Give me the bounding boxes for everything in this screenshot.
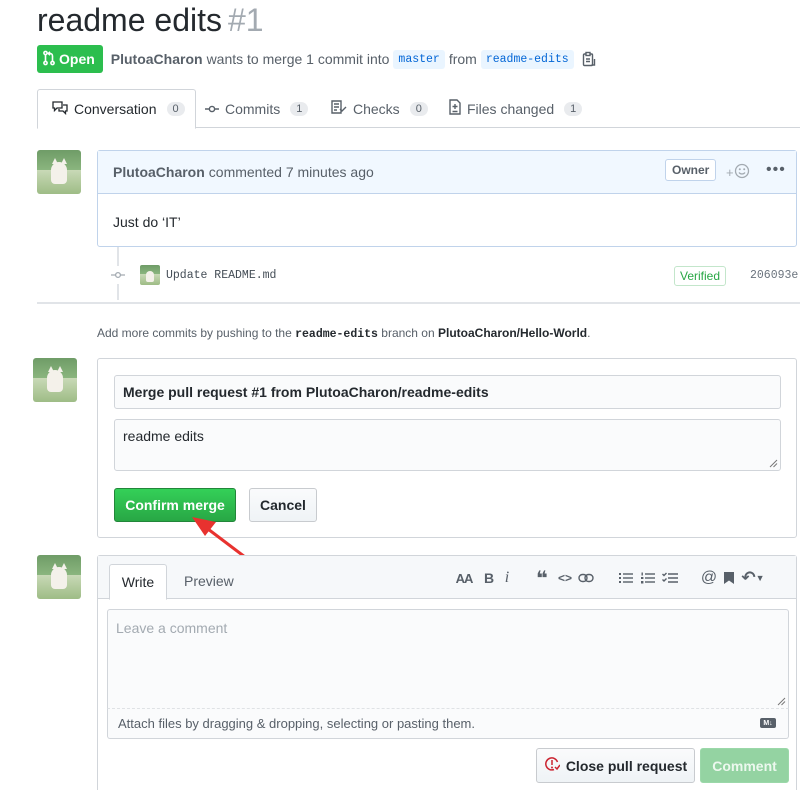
commit-icon bbox=[109, 266, 127, 284]
from-text: from bbox=[448, 51, 477, 67]
pr-meta: Open PlutoaCharon wants to merge 1 commi… bbox=[37, 45, 596, 73]
pr-title-text: readme edits bbox=[37, 2, 222, 38]
tab-files-changed[interactable]: Files changed 1 bbox=[449, 89, 583, 128]
merge-description: PlutoaCharon wants to merge 1 commit int… bbox=[111, 49, 596, 69]
tab-label: Checks bbox=[353, 100, 400, 117]
hint-suffix: . bbox=[587, 326, 591, 340]
tab-write[interactable]: Write bbox=[109, 564, 167, 600]
hint-repo-link[interactable]: PlutoaCharon/Hello-World bbox=[438, 326, 587, 340]
mention-icon[interactable]: @ bbox=[700, 569, 718, 587]
merge-text: wants to merge 1 commit into bbox=[206, 51, 390, 67]
merge-message-text: readme edits bbox=[123, 428, 204, 444]
new-comment-form: Write Preview AA B i ❝ <> @ ↶ ▼ Leave a … bbox=[97, 555, 797, 790]
confirm-merge-button[interactable]: Confirm merge bbox=[114, 488, 236, 522]
more-options-button[interactable]: ••• bbox=[766, 161, 786, 179]
tab-counter: 1 bbox=[564, 101, 583, 116]
pr-author-link[interactable]: PlutoaCharon bbox=[111, 51, 203, 67]
markdown-toolbar: AA B i ❝ <> @ ↶ ▼ bbox=[454, 568, 766, 590]
commit-sha[interactable]: 206093e bbox=[750, 269, 798, 282]
plus-icon: + bbox=[726, 165, 734, 180]
owner-badge: Owner bbox=[665, 159, 717, 181]
code-icon[interactable]: <> bbox=[556, 569, 574, 587]
base-branch[interactable]: master bbox=[393, 49, 445, 69]
state-label: Open bbox=[59, 51, 95, 67]
comment-body: Just do ‘IT’ bbox=[113, 214, 181, 230]
conversation-icon bbox=[52, 100, 68, 118]
saved-reply-icon[interactable] bbox=[720, 569, 738, 587]
markdown-icon[interactable]: M↓ bbox=[760, 718, 776, 728]
pr-number: #1 bbox=[227, 2, 264, 38]
tab-commits[interactable]: Commits 1 bbox=[205, 89, 309, 128]
add-reaction-button[interactable]: + bbox=[726, 163, 750, 182]
merge-title-input[interactable]: Merge pull request #1 from PlutoaCharon/… bbox=[114, 375, 781, 409]
attach-files-bar[interactable]: Attach files by dragging & dropping, sel… bbox=[107, 709, 789, 739]
comment-timestamp: commented 7 minutes ago bbox=[208, 164, 374, 180]
ordered-list-icon[interactable] bbox=[638, 569, 658, 587]
heading-icon[interactable]: AA bbox=[454, 569, 474, 587]
avatar[interactable] bbox=[37, 555, 81, 599]
chevron-down-icon: ▼ bbox=[755, 573, 765, 583]
tab-preview[interactable]: Preview bbox=[184, 573, 234, 589]
task-list-icon[interactable] bbox=[660, 569, 680, 587]
hint-prefix: Add more commits by pushing to the bbox=[97, 326, 292, 340]
issue-closed-icon bbox=[544, 756, 561, 775]
italic-icon[interactable]: i bbox=[500, 569, 514, 587]
link-icon[interactable] bbox=[576, 569, 596, 587]
tab-counter: 1 bbox=[290, 101, 309, 116]
reply-dropdown-icon[interactable]: ↶ ▼ bbox=[740, 568, 766, 587]
comment-button[interactable]: Comment bbox=[700, 748, 789, 783]
pull-request-icon bbox=[43, 50, 55, 69]
head-branch[interactable]: readme-edits bbox=[480, 49, 574, 69]
comment-form-header: Write Preview AA B i ❝ <> @ ↶ ▼ bbox=[98, 556, 796, 600]
clipboard-copy-icon[interactable] bbox=[582, 51, 596, 67]
pr-tabs: Conversation 0 Commits 1 Checks 0 Files … bbox=[37, 89, 800, 129]
commit-message[interactable]: Update README.md bbox=[166, 269, 276, 282]
tab-counter: 0 bbox=[166, 102, 185, 116]
tab-checks[interactable]: Checks 0 bbox=[331, 89, 428, 128]
push-hint: Add more commits by pushing to the readm… bbox=[97, 326, 590, 341]
pr-title: readme edits #1 bbox=[37, 2, 264, 39]
file-diff-icon bbox=[449, 99, 461, 118]
avatar[interactable] bbox=[33, 358, 77, 402]
close-pull-request-label: Close pull request bbox=[565, 757, 688, 774]
state-badge: Open bbox=[37, 45, 103, 73]
commit-icon bbox=[205, 101, 219, 117]
tab-label: Conversation bbox=[74, 101, 157, 117]
comment-header: PlutoaCharon commented 7 minutes ago Own… bbox=[98, 151, 796, 194]
bold-icon[interactable]: B bbox=[480, 569, 498, 587]
verified-badge[interactable]: Verified bbox=[674, 266, 727, 286]
resize-handle-icon[interactable] bbox=[777, 697, 786, 706]
cancel-button[interactable]: Cancel bbox=[249, 488, 317, 522]
quote-icon[interactable]: ❝ bbox=[532, 568, 552, 590]
comment-textarea[interactable]: Leave a comment bbox=[107, 609, 789, 709]
tab-label: Files changed bbox=[467, 100, 555, 117]
close-pull-request-button[interactable]: Close pull request bbox=[536, 748, 695, 783]
resize-handle-icon[interactable] bbox=[769, 459, 778, 468]
comment: PlutoaCharon commented 7 minutes ago Own… bbox=[97, 150, 797, 247]
smiley-icon bbox=[734, 163, 750, 182]
merge-form: Merge pull request #1 from PlutoaCharon/… bbox=[97, 358, 797, 538]
comment-author[interactable]: PlutoaCharon bbox=[113, 164, 205, 180]
timeline-divider bbox=[37, 302, 800, 304]
commit-avatar[interactable] bbox=[140, 265, 160, 285]
checklist-icon bbox=[331, 100, 347, 117]
hint-branch: readme-edits bbox=[295, 328, 378, 341]
hint-middle: branch on bbox=[381, 326, 435, 340]
reply-icon: ↶ bbox=[741, 568, 756, 587]
avatar[interactable] bbox=[37, 150, 81, 194]
tab-counter: 0 bbox=[409, 101, 428, 116]
attach-files-text: Attach files by dragging & dropping, sel… bbox=[118, 716, 475, 731]
merge-message-textarea[interactable]: readme edits bbox=[114, 419, 781, 471]
unordered-list-icon[interactable] bbox=[616, 569, 636, 587]
comment-placeholder: Leave a comment bbox=[116, 620, 228, 636]
tab-conversation[interactable]: Conversation 0 bbox=[37, 89, 196, 129]
tab-label: Commits bbox=[225, 100, 281, 117]
